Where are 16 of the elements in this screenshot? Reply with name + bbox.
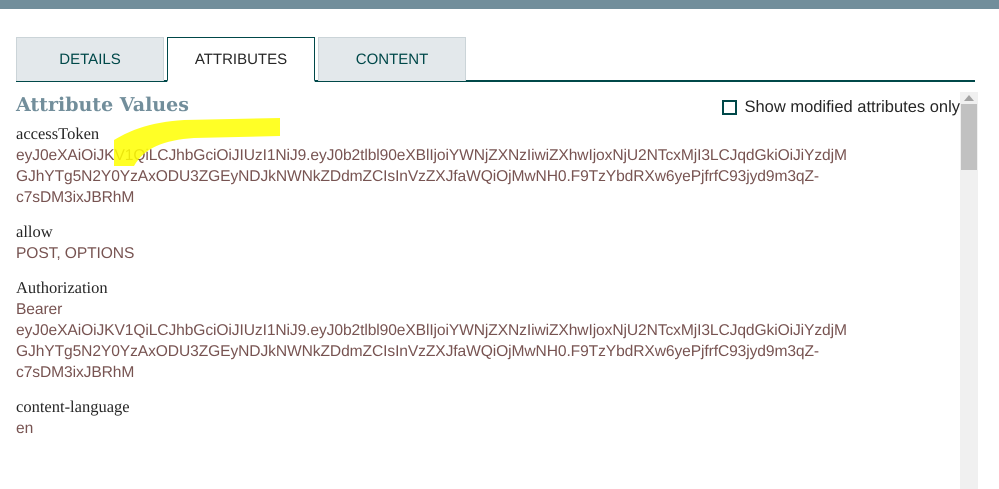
tab[interactable]: CONTENT bbox=[318, 37, 466, 81]
checkbox-label[interactable]: Show modified attributes only bbox=[744, 98, 960, 117]
attribute-name: accessToken bbox=[16, 123, 100, 145]
section-heading: Attribute Values bbox=[16, 94, 189, 116]
scrollbar[interactable] bbox=[960, 92, 978, 489]
attribute-value: Bearer eyJ0eXAiOiJKV1QiLCJhbGciOiJIUzI1NiJ9.eyJ0b2tlbl90eXBlIjoiYWNjZXNzIiwiZXhwIjoxNjU2NTcxMjI3LCJqdGkiOiJiYzdjM GJhYTg5N2Y0YzAxODU3ZGEyNDJkNWNkZDdmZCIsInVzZXJfaWQiOjMwNH0.F9TzYbdRXw6yePjfrfC93jyd9m3qZ- c7sDM3ixJBRhM bbox=[16, 300, 848, 383]
checkbox[interactable] bbox=[722, 100, 738, 115]
attribute-name: Authorization bbox=[16, 277, 109, 299]
attribute-name: content-language bbox=[16, 396, 131, 418]
tab[interactable]: ATTRIBUTES bbox=[167, 37, 315, 82]
attribute-name: allow bbox=[16, 221, 54, 243]
tab[interactable]: DETAILS bbox=[16, 37, 164, 81]
scroll-up-icon[interactable] bbox=[964, 95, 974, 101]
attribute-value: en bbox=[16, 419, 34, 439]
attribute-value: POST, OPTIONS bbox=[16, 244, 136, 264]
scrollbar-thumb[interactable] bbox=[961, 104, 977, 170]
